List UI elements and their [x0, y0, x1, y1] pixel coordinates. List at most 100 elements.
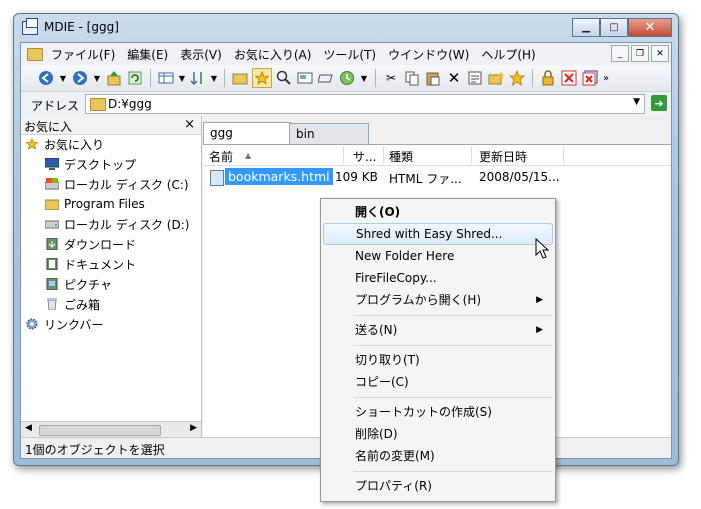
menu-item-new-folder-here[interactable]: New Folder Here — [323, 245, 553, 267]
menu-item-label: 削除(D) — [355, 427, 398, 441]
mdi-restore-button[interactable]: ❐ — [631, 45, 649, 62]
title-bar[interactable]: MDIE - [ggg] ▁ □ ✕ — [14, 14, 678, 42]
close-tab-icon[interactable] — [560, 69, 578, 87]
menu-item-shred[interactable]: Shred with Easy Shred... — [323, 223, 553, 245]
favorites-icon[interactable] — [252, 68, 272, 88]
search-icon[interactable] — [275, 69, 293, 87]
address-bar: アドレス D:¥ggg ▼ ➜ — [21, 91, 671, 116]
menu-separator — [353, 397, 553, 398]
tree-item-documents[interactable]: ドキュメント — [45, 254, 136, 274]
menu-item-copy[interactable]: コピー(C) — [323, 371, 553, 393]
tree-item-linkbar[interactable]: リンクバー — [25, 314, 103, 334]
column-separator[interactable] — [563, 147, 564, 163]
close-all-icon[interactable] — [581, 69, 599, 87]
menu-tools[interactable]: ツール(T) — [317, 46, 382, 63]
views-icon[interactable] — [157, 69, 175, 87]
table-row[interactable]: bookmarks.html 109 KB HTML ファ... 2008/05… — [203, 167, 671, 187]
menu-edit[interactable]: 編集(E) — [121, 46, 174, 63]
menu-item-firefilecopy[interactable]: FireFileCopy... — [323, 267, 553, 289]
column-separator[interactable] — [343, 147, 344, 163]
menu-item-create-shortcut[interactable]: ショートカットの作成(S) — [323, 401, 553, 423]
favorites-hscrollbar[interactable]: ◀ ▶ — [21, 421, 201, 438]
tab-bin[interactable]: bin — [289, 123, 369, 145]
history-dropdown-icon[interactable]: ▼ — [359, 69, 369, 87]
html-file-icon — [210, 170, 224, 186]
scroll-right-icon[interactable]: ▶ — [190, 423, 197, 433]
go-button[interactable]: ➜ — [651, 95, 667, 111]
menu-help[interactable]: ヘルプ(H) — [475, 46, 541, 63]
menu-view[interactable]: 表示(V) — [174, 46, 228, 63]
address-value: D:¥ggg — [108, 97, 152, 111]
address-input[interactable]: D:¥ggg ▼ — [85, 94, 645, 114]
menu-item-label: 名前の変更(M) — [355, 449, 435, 463]
tab-ggg[interactable]: ggg — [203, 122, 291, 145]
menu-item-delete[interactable]: 削除(D) — [323, 423, 553, 445]
menu-item-cut[interactable]: 切り取り(T) — [323, 349, 553, 371]
file-name-cell[interactable]: bookmarks.html — [225, 168, 333, 185]
status-text: 1個のオブジェクトを選択 — [25, 443, 165, 457]
favorites-close-button[interactable]: × — [184, 117, 195, 132]
menu-favorites[interactable]: お気に入り(A) — [228, 46, 318, 63]
history-icon[interactable] — [338, 69, 356, 87]
refresh-icon[interactable] — [126, 69, 144, 87]
minimize-button[interactable]: ▁ — [572, 18, 600, 37]
menu-item-label: 切り取り(T) — [355, 353, 420, 367]
menu-file[interactable]: ファイル(F) — [45, 46, 121, 63]
menu-item-open-with[interactable]: プログラムから開く(H) ▶ — [323, 289, 553, 311]
address-dropdown-icon[interactable]: ▼ — [633, 97, 640, 107]
column-size[interactable]: サ... — [353, 148, 376, 165]
new-folder-icon[interactable] — [487, 69, 505, 87]
scroll-thumb[interactable] — [39, 425, 161, 436]
mdi-minimize-button[interactable]: _ — [611, 45, 629, 62]
forward-dropdown-icon[interactable]: ▼ — [92, 69, 102, 87]
add-favorite-icon[interactable] — [508, 69, 526, 87]
documents-folder-icon — [46, 258, 58, 270]
column-modified[interactable]: 更新日時 — [479, 148, 527, 165]
lock-icon[interactable] — [539, 69, 557, 87]
views-dropdown-icon[interactable]: ▼ — [178, 69, 186, 87]
tree-item-downloads[interactable]: ダウンロード — [45, 234, 136, 254]
up-icon[interactable] — [105, 69, 123, 87]
favorites-header: お気に入 × — [21, 116, 201, 135]
column-separator[interactable] — [471, 147, 472, 163]
back-dropdown-icon[interactable]: ▼ — [58, 69, 68, 87]
column-type[interactable]: 種類 — [389, 148, 413, 165]
submenu-arrow-icon: ▶ — [536, 295, 543, 305]
paste-icon[interactable] — [424, 69, 442, 87]
mdi-close-button[interactable]: ✕ — [651, 45, 669, 62]
column-separator[interactable] — [383, 147, 384, 163]
back-icon[interactable] — [37, 69, 55, 87]
maximize-button[interactable]: □ — [600, 18, 628, 37]
menu-item-send-to[interactable]: 送る(N) ▶ — [323, 319, 553, 341]
close-button[interactable]: ✕ — [628, 18, 672, 37]
menu-item-rename[interactable]: 名前の変更(M) — [323, 445, 553, 467]
menu-window[interactable]: ウインドウ(W) — [382, 46, 475, 63]
menu-item-label: プログラムから開く(H) — [355, 293, 482, 307]
menu-item-open[interactable]: 開く(O) — [323, 201, 553, 223]
tree-item-label: ダウンロード — [64, 237, 137, 252]
tree-item-favorites[interactable]: お気に入り — [25, 134, 104, 154]
tree-item-label: デスクトップ — [64, 157, 137, 172]
column-name[interactable]: 名前 — [209, 148, 233, 165]
tree-item-drive-c[interactable]: ローカル ディスク (C:) — [45, 174, 189, 194]
sort-dropdown-icon[interactable]: ▼ — [210, 69, 218, 87]
window-icon[interactable] — [317, 69, 335, 87]
forward-icon[interactable] — [71, 69, 89, 87]
properties-icon[interactable] — [466, 69, 484, 87]
tree-item-program-files[interactable]: Program Files — [45, 194, 145, 214]
menu-item-properties[interactable]: プロパティ(R) — [323, 475, 553, 497]
scroll-left-icon[interactable]: ◀ — [25, 423, 32, 433]
cut-icon[interactable]: ✂ — [382, 69, 400, 87]
delete-icon[interactable]: ✕ — [445, 69, 463, 87]
copy-icon[interactable] — [403, 69, 421, 87]
toolbar-overflow-icon[interactable]: » — [602, 69, 610, 87]
tree-item-desktop[interactable]: デスクトップ — [45, 154, 136, 174]
preview-icon[interactable] — [296, 69, 314, 87]
tree-item-drive-d[interactable]: ローカル ディスク (D:) — [45, 214, 189, 234]
menu-item-label: 送る(N) — [355, 323, 398, 337]
folder-tree-icon[interactable] — [231, 69, 249, 87]
tree-item-recycle-bin[interactable]: ごみ箱 — [45, 294, 100, 314]
tree-item-pictures[interactable]: ピクチャ — [45, 274, 112, 294]
toolbar-separator — [532, 69, 533, 87]
sort-icon[interactable] — [189, 69, 207, 87]
